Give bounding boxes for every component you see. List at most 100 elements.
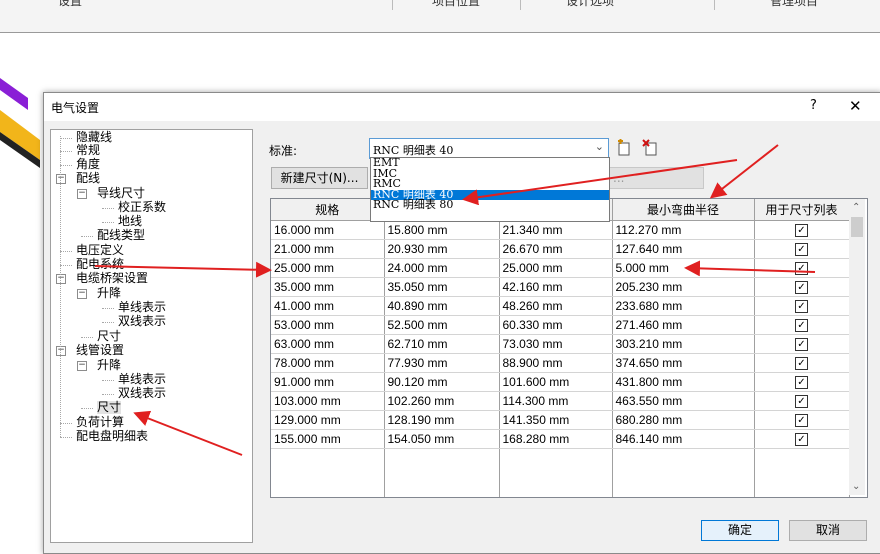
cell-used-in-size-list[interactable]: ✓ — [754, 372, 850, 392]
tree-item[interactable]: 配线类型 — [97, 229, 145, 242]
checkbox[interactable]: ✓ — [795, 319, 808, 333]
cell-outer-diameter[interactable]: 25.000 mm — [499, 258, 613, 278]
table-row[interactable]: 53.000 mm 52.500 mm 60.330 mm 271.460 mm ✓ — [271, 315, 850, 335]
table-row[interactable]: 63.000 mm 62.710 mm 73.030 mm 303.210 mm ✓ — [271, 334, 850, 354]
new-standard-icon[interactable] — [614, 138, 634, 158]
cell-min-bend-radius[interactable]: 846.140 mm — [612, 429, 755, 449]
cell-size[interactable]: 25.000 mm — [271, 258, 385, 278]
cell-min-bend-radius[interactable]: 271.460 mm — [612, 315, 755, 335]
cell-size[interactable]: 21.000 mm — [271, 239, 385, 259]
tree-toggle-icon[interactable]: − — [77, 289, 87, 299]
ok-button[interactable]: 确定 — [701, 520, 779, 541]
tree-toggle-icon[interactable]: − — [56, 274, 66, 284]
tree-item[interactable]: 双线表示 — [118, 315, 166, 328]
chevron-down-icon[interactable]: ⌄ — [595, 140, 604, 153]
cell-used-in-size-list[interactable]: ✓ — [754, 258, 850, 278]
cell-min-bend-radius[interactable]: 374.650 mm — [612, 353, 755, 373]
cell-min-bend-radius[interactable]: 5.000 mm — [612, 258, 755, 278]
tree-toggle-icon[interactable]: − — [77, 361, 87, 371]
cell-outer-diameter[interactable]: 21.340 mm — [499, 220, 613, 240]
table-scrollbar[interactable]: ⌃ ⌄ — [849, 199, 865, 495]
cell-outer-diameter[interactable]: 60.330 mm — [499, 315, 613, 335]
checkbox[interactable]: ✓ — [795, 224, 808, 238]
cell-used-in-size-list[interactable]: ✓ — [754, 334, 850, 354]
table-row[interactable]: 103.000 mm 102.260 mm 114.300 mm 463.550 mm… — [271, 391, 850, 411]
checkbox[interactable]: ✓ — [795, 300, 808, 314]
standard-dropdown-list[interactable]: EMT IMC RMC RNC 明细表 40 RNC 明细表 80 — [370, 157, 610, 222]
close-button[interactable]: ✕ — [849, 97, 862, 115]
scroll-up-icon[interactable]: ⌃ — [852, 202, 860, 213]
cell-used-in-size-list[interactable]: ✓ — [754, 296, 850, 316]
tree-item[interactable]: 双线表示 — [118, 387, 166, 400]
tree-item[interactable]: 校正系数 — [118, 201, 166, 214]
tree-item[interactable]: 配电盘明细表 — [76, 430, 148, 443]
cell-min-bend-radius[interactable]: 463.550 mm — [612, 391, 755, 411]
cell-outer-diameter[interactable]: 114.300 mm — [499, 391, 613, 411]
table-row[interactable]: 21.000 mm 20.930 mm 26.670 mm 127.640 mm ✓ — [271, 239, 850, 259]
cell-inner-diameter[interactable]: 90.120 mm — [384, 372, 500, 392]
cell-outer-diameter[interactable]: 141.350 mm — [499, 410, 613, 430]
tree-item[interactable]: 角度 — [76, 158, 100, 171]
cell-size[interactable]: 53.000 mm — [271, 315, 385, 335]
dropdown-option[interactable]: RNC 明细表 80 — [371, 199, 609, 211]
cell-size[interactable]: 155.000 mm — [271, 429, 385, 449]
cell-used-in-size-list[interactable]: ✓ — [754, 353, 850, 373]
cell-min-bend-radius[interactable]: 431.800 mm — [612, 372, 755, 392]
table-row[interactable]: 16.000 mm 15.800 mm 21.340 mm 112.270 mm ✓ — [271, 220, 850, 240]
tree-item[interactable]: 尺寸 — [97, 330, 121, 343]
checkbox[interactable]: ✓ — [795, 243, 808, 257]
cell-size[interactable]: 63.000 mm — [271, 334, 385, 354]
table-row[interactable]: 78.000 mm 77.930 mm 88.900 mm 374.650 mm ✓ — [271, 353, 850, 373]
cell-inner-diameter[interactable]: 102.260 mm — [384, 391, 500, 411]
checkbox[interactable]: ✓ — [795, 414, 808, 428]
table-row[interactable]: 41.000 mm 40.890 mm 48.260 mm 233.680 mm ✓ — [271, 296, 850, 316]
checkbox[interactable]: ✓ — [795, 262, 808, 276]
table-row[interactable]: 25.000 mm 24.000 mm 25.000 mm 5.000 mm ✓ — [271, 258, 850, 278]
cell-inner-diameter[interactable]: 24.000 mm — [384, 258, 500, 278]
tree-item[interactable]: 升降 — [97, 359, 121, 372]
cell-outer-diameter[interactable]: 168.280 mm — [499, 429, 613, 449]
cell-size[interactable]: 41.000 mm — [271, 296, 385, 316]
checkbox[interactable]: ✓ — [795, 281, 808, 295]
tree-toggle-icon[interactable]: − — [56, 174, 66, 184]
cell-inner-diameter[interactable]: 20.930 mm — [384, 239, 500, 259]
settings-tree[interactable]: 隐藏线 常规 角度 − 配线 − 导线尺寸 校正系数 地线 配线类型 电压定义 配电系统 − 电缆桥架设置… — [50, 129, 253, 543]
cell-min-bend-radius[interactable]: 127.640 mm — [612, 239, 755, 259]
cell-min-bend-radius[interactable]: 205.230 mm — [612, 277, 755, 297]
tree-item[interactable]: 地线 — [118, 215, 142, 228]
checkbox[interactable]: ✓ — [795, 376, 808, 390]
tree-item[interactable]: 常规 — [76, 144, 100, 157]
tree-item[interactable]: 配线 — [76, 172, 100, 185]
cell-used-in-size-list[interactable]: ✓ — [754, 391, 850, 411]
column-header-size[interactable]: 规格 — [271, 199, 385, 221]
cell-inner-diameter[interactable]: 77.930 mm — [384, 353, 500, 373]
cell-min-bend-radius[interactable]: 680.280 mm — [612, 410, 755, 430]
cell-size[interactable]: 91.000 mm — [271, 372, 385, 392]
tree-item[interactable]: 负荷计算 — [76, 416, 124, 429]
cell-size[interactable]: 35.000 mm — [271, 277, 385, 297]
cell-size[interactable]: 103.000 mm — [271, 391, 385, 411]
tree-item[interactable]: 单线表示 — [118, 301, 166, 314]
tree-item[interactable]: 电压定义 — [76, 244, 124, 257]
checkbox[interactable]: ✓ — [795, 357, 808, 371]
cell-used-in-size-list[interactable]: ✓ — [754, 220, 850, 240]
tree-item[interactable]: 线管设置 — [76, 344, 124, 357]
cell-inner-diameter[interactable]: 52.500 mm — [384, 315, 500, 335]
ribbon-tab-manage-project[interactable]: 管理项目 — [770, 0, 818, 9]
table-row[interactable]: 35.000 mm 35.050 mm 42.160 mm 205.230 mm ✓ — [271, 277, 850, 297]
cell-used-in-size-list[interactable]: ✓ — [754, 315, 850, 335]
tree-item[interactable]: 单线表示 — [118, 373, 166, 386]
delete-size-button[interactable]: ... — [606, 167, 704, 189]
help-button[interactable]: ? — [810, 98, 817, 113]
tree-item[interactable]: 电缆桥架设置 — [76, 272, 148, 285]
cell-inner-diameter[interactable]: 35.050 mm — [384, 277, 500, 297]
scroll-down-icon[interactable]: ⌄ — [852, 481, 860, 492]
tree-item-selected[interactable]: 尺寸 — [97, 401, 122, 414]
ribbon-tab-design-options[interactable]: 设计选项 — [566, 0, 614, 9]
column-header-used-in-size-list[interactable]: 用于尺寸列表 — [754, 199, 850, 221]
checkbox[interactable]: ✓ — [795, 395, 808, 409]
cell-size[interactable]: 129.000 mm — [271, 410, 385, 430]
cell-size[interactable]: 16.000 mm — [271, 220, 385, 240]
cell-used-in-size-list[interactable]: ✓ — [754, 410, 850, 430]
checkbox[interactable]: ✓ — [795, 338, 808, 352]
